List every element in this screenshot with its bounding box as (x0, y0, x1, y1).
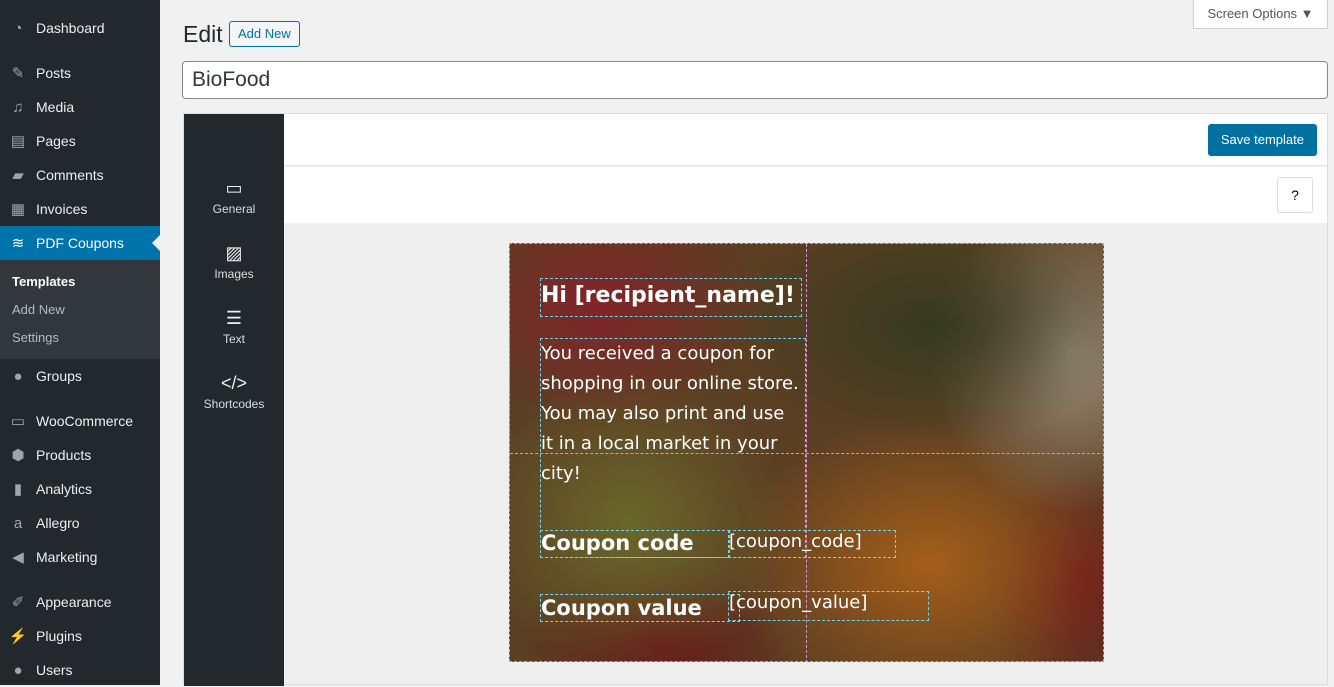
editor-topbar: Save template (284, 114, 1327, 166)
menu-label: WooCommerce (36, 413, 133, 429)
body-text[interactable]: You received a coupon for shopping in ou… (540, 338, 806, 558)
title-input[interactable]: BioFood (182, 61, 1328, 99)
greeting-text[interactable]: Hi [recipient_name]! (540, 278, 802, 317)
menu-analytics[interactable]: ▮ Analytics (0, 472, 160, 506)
menu-pages[interactable]: ▤ Pages (0, 124, 160, 158)
page-title: Edit (183, 21, 223, 47)
tool-text[interactable]: ☰ Text (184, 308, 284, 346)
coupon-value-shortcode[interactable]: [coupon_value] (728, 591, 929, 621)
submenu: Templates Add New Settings (0, 260, 160, 359)
tool-label: Shortcodes (203, 397, 265, 411)
menu-invoices[interactable]: ▦ Invoices (0, 192, 160, 226)
menu-label: Marketing (36, 549, 98, 565)
pages-icon: ▤ (10, 133, 26, 150)
menu-label: Dashboard (36, 20, 105, 36)
save-template-button[interactable]: Save template (1207, 124, 1317, 156)
megaphone-icon: ◀ (12, 549, 24, 566)
text-icon: ☰ (225, 308, 243, 328)
menu-label: Posts (36, 65, 72, 81)
coupon-value-label[interactable]: Coupon value (540, 594, 740, 622)
comment-icon: ▰ (12, 167, 24, 184)
menu-pdf-coupons[interactable]: ≋ PDF Coupons (0, 226, 160, 260)
coupon-code-shortcode[interactable]: [coupon_code] (728, 530, 896, 558)
pin-icon: ✎ (11, 65, 25, 82)
menu-label: Allegro (36, 515, 80, 531)
woo-icon: ▭ (10, 413, 26, 430)
tool-label: General (212, 202, 256, 216)
screen-options-button[interactable]: Screen Options ▼ (1193, 0, 1328, 29)
menu-appearance[interactable]: ✐ Appearance (0, 585, 160, 619)
menu-products[interactable]: ⬢ Products (0, 438, 160, 472)
coupon-canvas[interactable]: Hi [recipient_name]! You received a coup… (509, 243, 1104, 662)
tool-label: Images (214, 267, 254, 281)
dashboard-icon: ◔ (13, 19, 23, 37)
submenu-templates[interactable]: Templates (12, 274, 75, 289)
menu-woocommerce[interactable]: ▭ WooCommerce (0, 404, 160, 438)
coupons-icon: ≋ (11, 235, 25, 252)
menu-posts[interactable]: ✎ Posts (0, 56, 160, 90)
menu-allegro[interactable]: a Allegro (0, 506, 160, 540)
code-icon: </> (220, 373, 248, 393)
menu-label: Products (36, 447, 92, 463)
menu-label: Invoices (36, 201, 88, 217)
tool-general[interactable]: ▭ General (184, 178, 284, 216)
menu-label: Comments (36, 167, 104, 183)
menu-label: Plugins (36, 628, 82, 644)
menu-plugins[interactable]: ⚡ Plugins (0, 619, 160, 653)
submenu-add-new[interactable]: Add New (12, 302, 65, 317)
submenu-settings[interactable]: Settings (12, 330, 59, 345)
invoice-icon: ▦ (10, 201, 26, 218)
menu-label: Appearance (36, 594, 112, 610)
menu-dashboard[interactable]: ◔ Dashboard (0, 11, 160, 45)
menu-label: Users (36, 662, 73, 678)
user-icon: ● (13, 661, 23, 679)
brush-icon: ✐ (11, 594, 25, 611)
coupon-code-label[interactable]: Coupon code (540, 530, 730, 558)
editor-toolbar: ▭ General ▨ Images ☰ Text </> Shortcodes (184, 114, 284, 686)
box-icon: ⬢ (11, 447, 25, 464)
groups-icon: ● (13, 367, 23, 385)
tool-images[interactable]: ▨ Images (184, 243, 284, 281)
menu-users[interactable]: ● Users (0, 653, 160, 687)
help-button[interactable]: ? (1277, 177, 1313, 213)
menu-label: Analytics (36, 481, 93, 497)
admin-sidebar: ◔ Dashboard ✎ Posts ♫ Media ▤ Pages ▰ Comment… (0, 0, 160, 685)
media-icon: ♫ (12, 98, 24, 116)
allegro-icon: a (13, 514, 23, 532)
image-icon: ▨ (225, 243, 243, 263)
editor-secondary-bar: ? (284, 167, 1327, 223)
tool-shortcodes[interactable]: </> Shortcodes (184, 373, 284, 411)
menu-label: PDF Coupons (36, 235, 124, 251)
window-icon: ▭ (225, 178, 243, 198)
menu-label: Pages (36, 133, 76, 149)
menu-media[interactable]: ♫ Media (0, 90, 160, 124)
add-new-button[interactable]: Add New (229, 21, 300, 47)
menu-groups[interactable]: ● Groups (0, 359, 160, 393)
menu-comments[interactable]: ▰ Comments (0, 158, 160, 192)
bar-chart-icon: ▮ (13, 481, 23, 498)
menu-label: Groups (36, 368, 82, 384)
tool-label: Text (222, 332, 245, 346)
menu-label: Media (36, 99, 75, 115)
menu-marketing[interactable]: ◀ Marketing (0, 540, 160, 574)
plug-icon: ⚡ (8, 628, 28, 645)
